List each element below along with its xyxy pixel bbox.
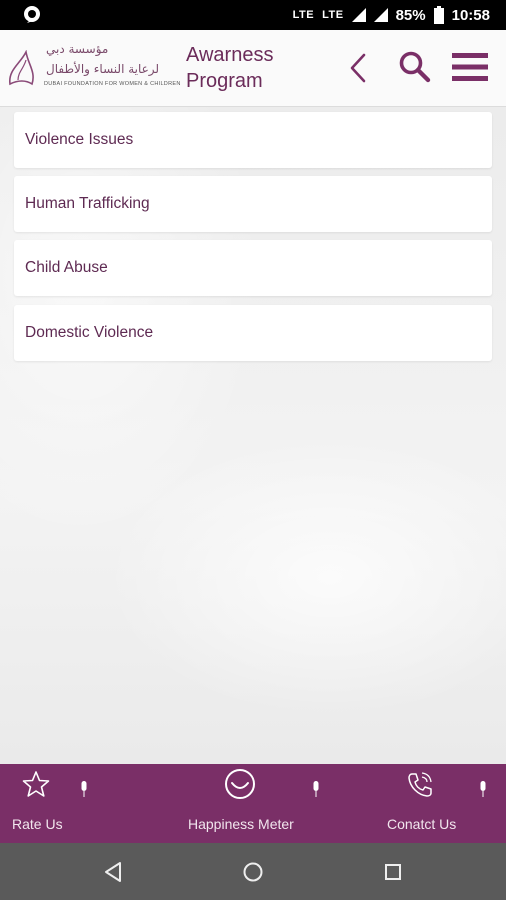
network-type-1: LTE bbox=[292, 9, 315, 21]
battery-percent: 85% bbox=[395, 6, 426, 24]
logo-flame-icon bbox=[9, 50, 34, 86]
smiley-icon bbox=[225, 769, 255, 799]
tab-happiness-meter[interactable]: Happiness Meter bbox=[180, 764, 330, 843]
battery-icon bbox=[433, 6, 444, 24]
signal-icon-2 bbox=[373, 8, 388, 22]
mic-icon bbox=[81, 781, 87, 797]
list-item-human-trafficking[interactable]: Human Trafficking bbox=[14, 176, 492, 232]
tab-contact-us[interactable]: Conatct Us bbox=[380, 764, 506, 843]
system-nav-bar bbox=[0, 843, 506, 900]
mic-icon-3 bbox=[480, 781, 486, 797]
phone-icon bbox=[408, 772, 432, 797]
logo-arabic-line2: لرعاية النساء والأطفال bbox=[46, 62, 160, 76]
bottom-action-bar: Rate Us Happiness Meter Conatct Us bbox=[0, 764, 506, 843]
logo-arabic-line1: مؤسسة دبي bbox=[46, 42, 109, 56]
page-title-line2: Program bbox=[186, 70, 263, 92]
content-area: Violence Issues Human Trafficking Child … bbox=[0, 107, 506, 764]
mic-icon-2 bbox=[313, 781, 319, 797]
tab-contact-us-label: Conatct Us bbox=[387, 816, 457, 832]
clock: 10:58 bbox=[451, 6, 490, 24]
page-title-line1: Awarness bbox=[186, 44, 274, 66]
dubai-foundation-logo[interactable]: مؤسسة دبي لرعاية النساء والأطفال DUBAI F… bbox=[6, 40, 180, 100]
tab-happiness-meter-label: Happiness Meter bbox=[188, 816, 294, 832]
logo-english-text: DUBAI FOUNDATION FOR WOMEN & CHILDREN bbox=[44, 81, 181, 87]
nav-back-icon[interactable] bbox=[100, 859, 126, 885]
nav-recents-icon[interactable] bbox=[380, 859, 406, 885]
notification-icon bbox=[22, 5, 42, 30]
tab-rate-us-label: Rate Us bbox=[12, 816, 63, 832]
list-item-child-abuse[interactable]: Child Abuse bbox=[14, 240, 492, 296]
hamburger-menu-icon[interactable] bbox=[452, 52, 488, 82]
star-icon bbox=[22, 771, 50, 797]
nav-home-icon[interactable] bbox=[240, 859, 266, 885]
status-bar: LTE LTE 85% 10:58 bbox=[0, 0, 506, 30]
list-item-violence-issues[interactable]: Violence Issues bbox=[14, 112, 492, 168]
tab-rate-us[interactable]: Rate Us bbox=[0, 764, 120, 843]
signal-icon bbox=[351, 8, 366, 22]
page-title: Awarness Program bbox=[186, 42, 336, 94]
network-type-2: LTE bbox=[322, 9, 344, 21]
back-chevron-icon[interactable] bbox=[346, 52, 372, 84]
list-item-domestic-violence[interactable]: Domestic Violence bbox=[14, 305, 492, 361]
search-icon[interactable] bbox=[398, 50, 432, 84]
app-header: مؤسسة دبي لرعاية النساء والأطفال DUBAI F… bbox=[0, 30, 506, 107]
